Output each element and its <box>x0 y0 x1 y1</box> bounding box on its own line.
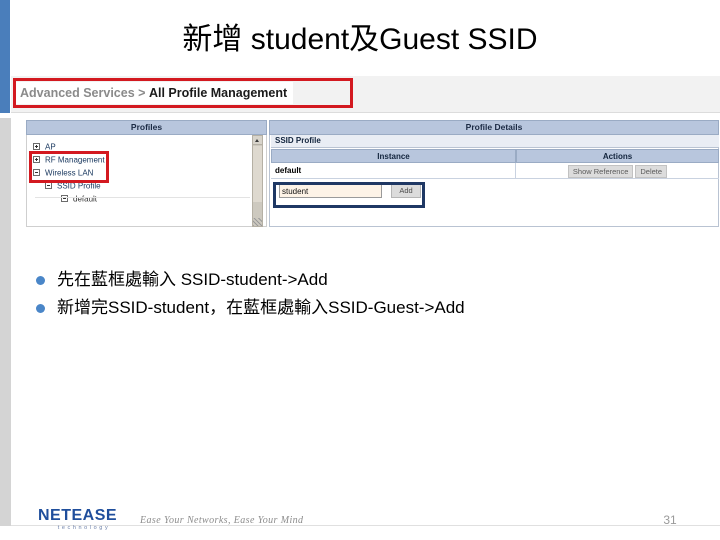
breadcrumb-red-highlight-box <box>13 78 353 108</box>
tree-divider <box>35 197 250 198</box>
delete-button[interactable]: Delete <box>635 164 668 178</box>
bullet-dot-icon <box>36 304 45 313</box>
scroll-up-arrow-icon[interactable] <box>253 136 262 145</box>
left-gray-accent-bar <box>0 118 11 526</box>
tree-item-label: default <box>73 194 98 204</box>
netease-logo: NETEASE technology <box>38 508 130 532</box>
expand-plus-icon[interactable] <box>33 143 40 151</box>
tree-item-default[interactable]: default <box>61 192 97 205</box>
page-number: 31 <box>663 513 677 527</box>
resize-grip-icon[interactable] <box>253 218 262 226</box>
bullet-text: 先在藍框處輸入 SSID-student->Add <box>57 270 328 289</box>
bullet-dot-icon <box>36 276 45 285</box>
cell-instance-name: default <box>271 163 516 179</box>
profile-details-panel-header: Profile Details <box>269 120 719 135</box>
bullet-text: 新增完SSID-student，在藍框處輸入SSID-Guest->Add <box>57 298 465 317</box>
cell-actions: Show Reference Delete <box>516 163 719 179</box>
details-table-header-row: Instance Actions <box>271 149 719 163</box>
profile-details-panel: SSID Profile Instance Actions default Sh… <box>269 135 719 227</box>
column-header-actions: Actions <box>516 149 719 163</box>
table-row: default Show Reference Delete <box>271 163 719 179</box>
profiles-panel-header: Profiles <box>26 120 267 135</box>
collapse-minus-icon[interactable] <box>45 182 52 190</box>
slide-canvas: 新增 student及Guest SSID Advanced Services … <box>0 0 720 540</box>
logo-wordmark: NETEASE <box>38 507 118 524</box>
tree-red-highlight-box <box>29 151 109 183</box>
add-form-navy-highlight-box <box>273 182 425 208</box>
company-tagline: Ease Your Networks, Ease Your Mind <box>140 515 304 526</box>
logo-tagline-technology: technology <box>57 525 111 531</box>
list-item: 新增完SSID-student，在藍框處輸入SSID-Guest->Add <box>30 294 700 322</box>
embedded-app-screenshot: Advanced Services > All Profile Manageme… <box>11 76 720 256</box>
column-header-instance: Instance <box>271 149 516 163</box>
breadcrumb-bar: Advanced Services > All Profile Manageme… <box>11 76 720 113</box>
instruction-bullet-list: 先在藍框處輸入 SSID-student->Add 新增完SSID-studen… <box>30 266 700 322</box>
list-item: 先在藍框處輸入 SSID-student->Add <box>30 266 700 294</box>
ssid-profile-section-title: SSID Profile <box>271 135 719 148</box>
tree-vertical-scrollbar[interactable] <box>252 135 263 227</box>
scrollbar-thumb[interactable] <box>253 146 262 202</box>
page-title: 新增 student及Guest SSID <box>182 23 538 56</box>
left-blue-accent-bar <box>0 0 10 113</box>
show-reference-button[interactable]: Show Reference <box>567 164 634 178</box>
